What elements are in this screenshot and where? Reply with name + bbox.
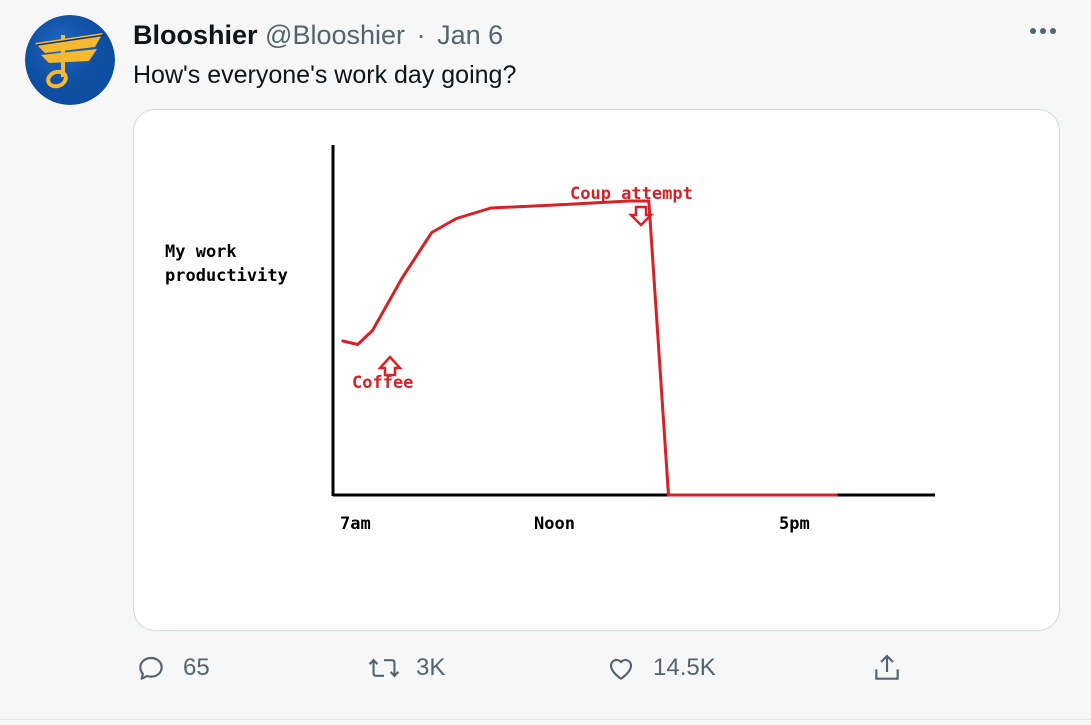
- x-tick-label-5pm: 5pm: [779, 514, 810, 534]
- coffee-annotation: Coffee: [352, 355, 413, 393]
- user-handle[interactable]: @Blooshier: [265, 20, 405, 50]
- blues-logo-icon: [25, 15, 115, 105]
- productivity-chart: My work productivity 7am Noon 5pm Coffee…: [165, 145, 935, 534]
- tweet: Blooshier @Blooshier · Jan 6 How's every…: [0, 0, 1091, 720]
- like-count: 14.5K: [653, 654, 716, 681]
- y-axis-label-line-1: My work: [165, 242, 237, 262]
- tweet-date[interactable]: Jan 6: [437, 20, 503, 50]
- retweet-icon: [366, 650, 402, 686]
- reply-count: 65: [183, 654, 210, 681]
- tweet-header: Blooshier @Blooshier · Jan 6: [133, 18, 503, 52]
- display-name[interactable]: Blooshier: [133, 20, 258, 50]
- retweet-count: 3K: [416, 654, 446, 681]
- reply-button[interactable]: 65: [133, 646, 210, 690]
- more-options-button[interactable]: [1026, 16, 1060, 46]
- productivity-line-0: [341, 199, 838, 497]
- y-axis-label-line-2: productivity: [165, 266, 288, 286]
- share-button[interactable]: [869, 646, 905, 690]
- reply-icon: [133, 650, 169, 686]
- coffee-label: Coffee: [352, 373, 413, 393]
- coup-label: Coup attempt: [570, 184, 693, 204]
- x-tick-label-7am: 7am: [340, 514, 371, 534]
- heart-icon: [603, 650, 639, 686]
- x-tick-label-noon: Noon: [534, 514, 575, 534]
- tweet-text: How's everyone's work day going?: [133, 61, 517, 89]
- like-button[interactable]: 14.5K: [603, 646, 716, 690]
- avatar[interactable]: [25, 15, 115, 105]
- separator: ·: [416, 20, 426, 50]
- share-icon: [869, 650, 905, 686]
- divider: [0, 719, 1091, 720]
- tweet-media[interactable]: My work productivity 7am Noon 5pm Coffee…: [133, 109, 1060, 631]
- retweet-button[interactable]: 3K: [366, 646, 445, 690]
- more-dots-icon: [1030, 28, 1056, 34]
- series-layer: [341, 199, 838, 497]
- action-bar: 65 3K 14.5K: [133, 646, 933, 690]
